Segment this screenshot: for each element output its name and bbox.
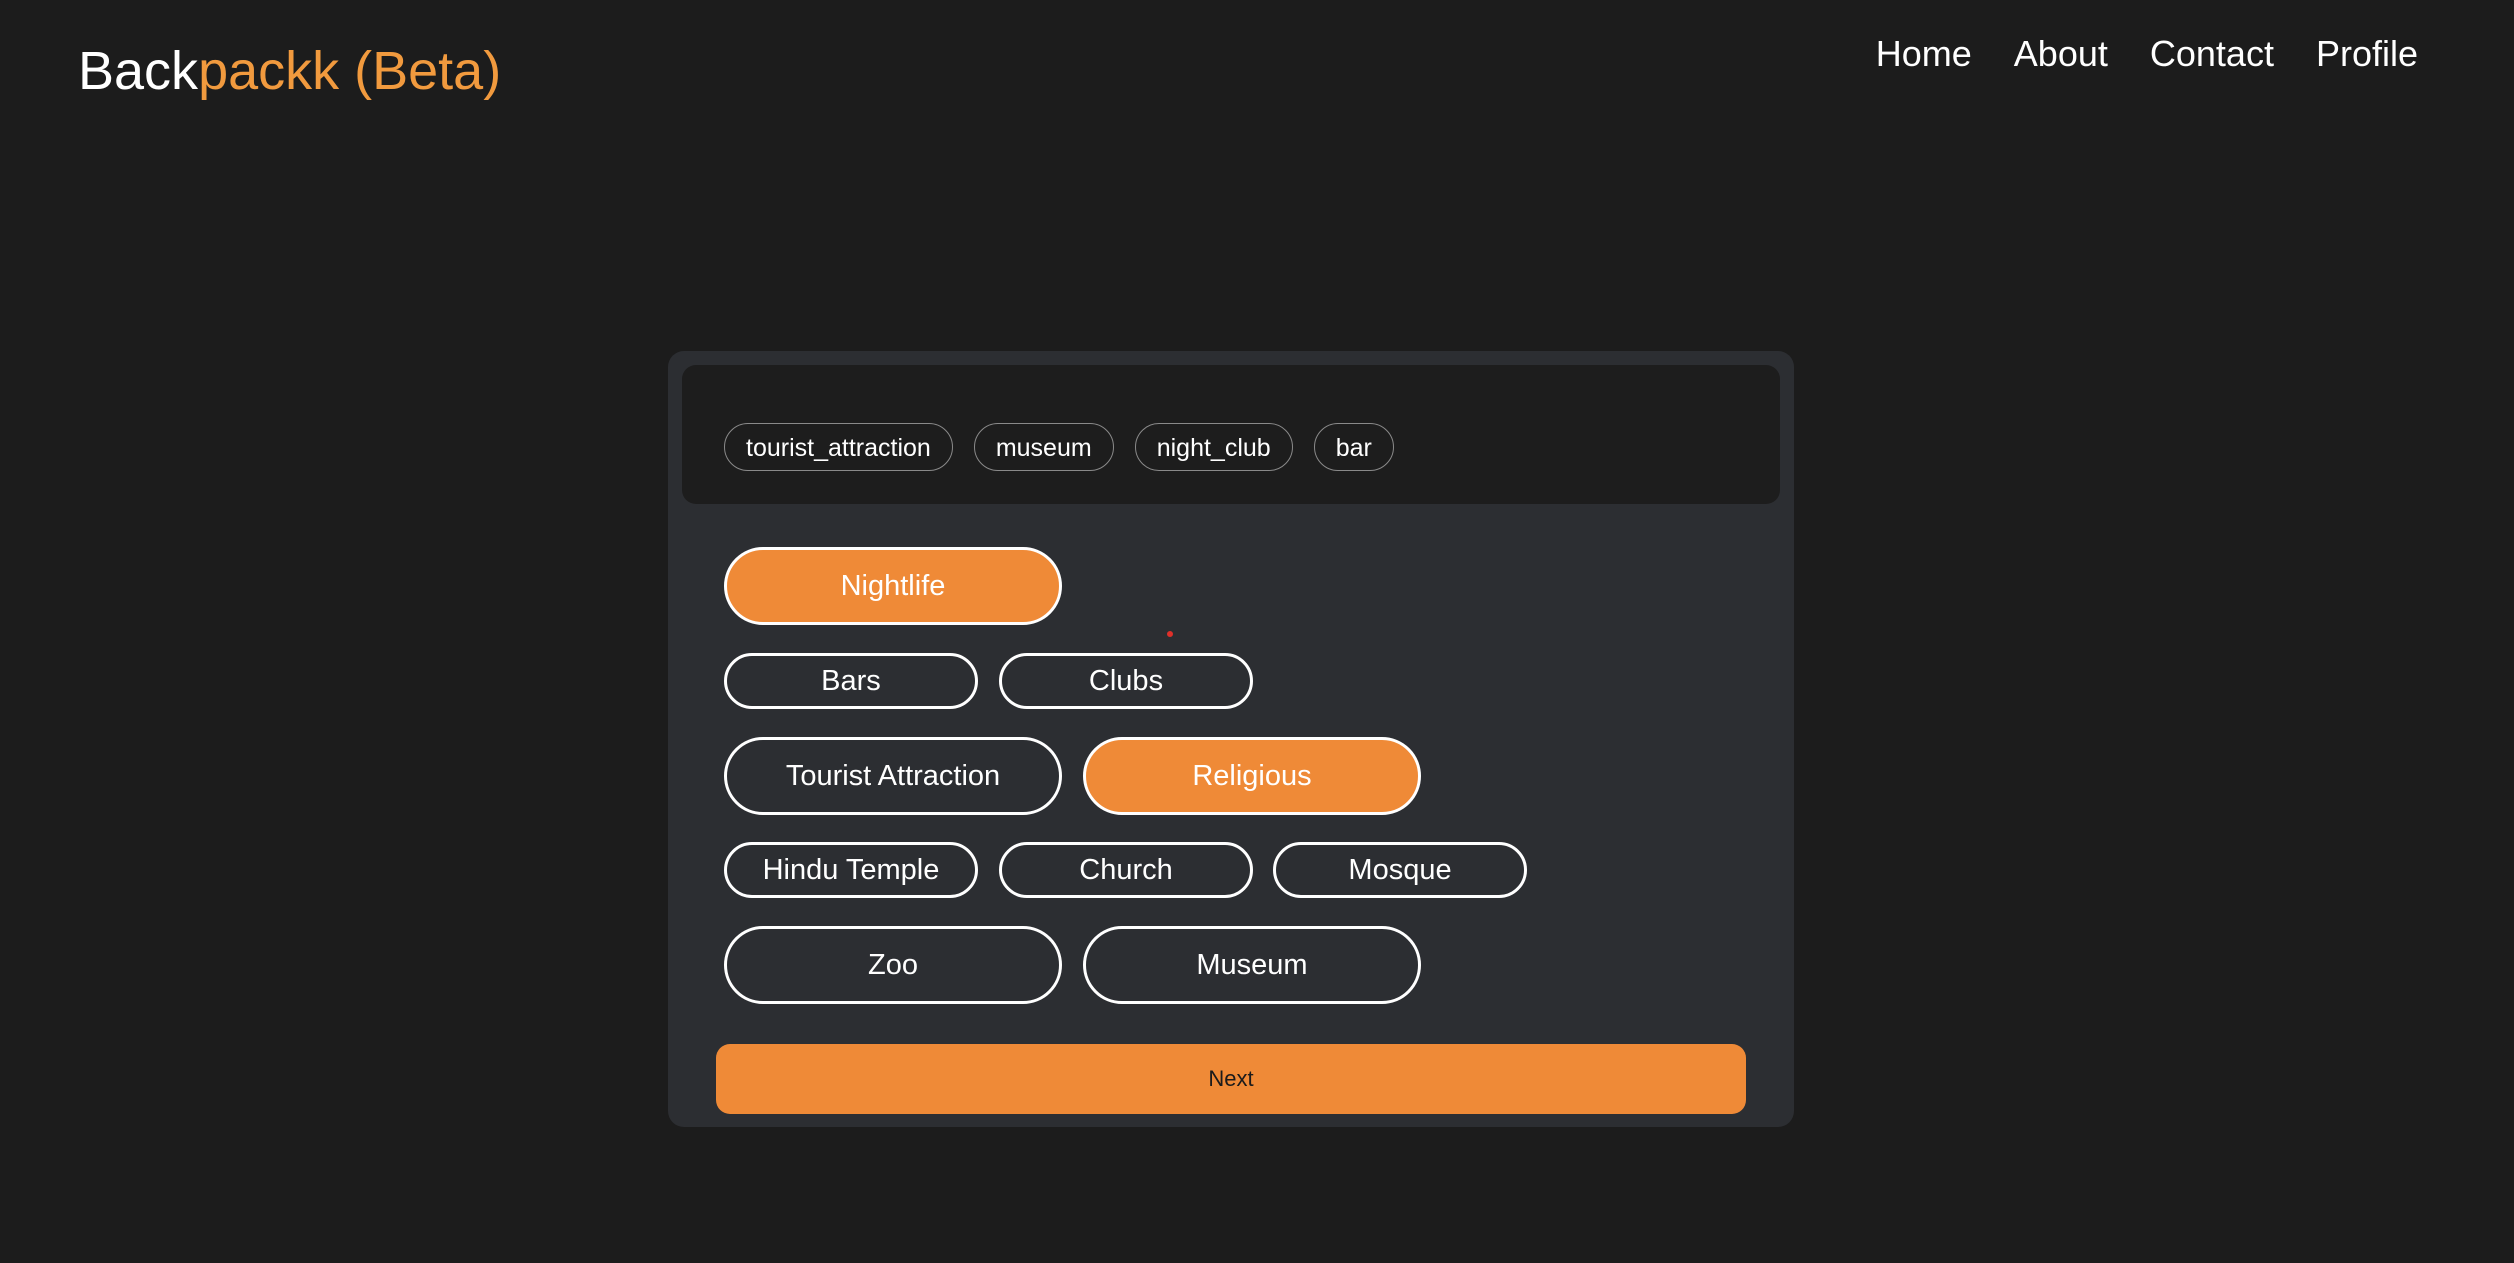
main-nav: Home About Contact Profile (1876, 28, 2418, 80)
category-bars-button[interactable]: Bars (724, 653, 978, 709)
selected-tags: tourist_attraction museum night_club bar (724, 423, 1394, 471)
preferences-card: tourist_attraction museum night_club bar… (668, 351, 1794, 1127)
nav-about[interactable]: About (2014, 28, 2108, 80)
category-zoo-button[interactable]: Zoo (724, 926, 1062, 1004)
nav-contact[interactable]: Contact (2150, 28, 2274, 80)
tag-chip[interactable]: night_club (1134, 423, 1293, 471)
category-hindu-temple-button[interactable]: Hindu Temple (724, 842, 978, 898)
category-nightlife-button[interactable]: Nightlife (724, 547, 1062, 625)
tag-chip[interactable]: bar (1313, 423, 1394, 471)
cursor-indicator (1167, 631, 1173, 637)
selected-tags-bar: tourist_attraction museum night_club bar (682, 365, 1780, 504)
header: Backpackk (Beta) Home About Contact Prof… (0, 0, 2514, 140)
nav-home[interactable]: Home (1876, 28, 1972, 80)
tag-chip[interactable]: museum (973, 423, 1114, 471)
logo-text-back: Back (78, 41, 199, 101)
category-mosque-button[interactable]: Mosque (1273, 842, 1527, 898)
logo-text-packk: packk (Beta) (198, 41, 502, 101)
category-clubs-button[interactable]: Clubs (999, 653, 1253, 709)
nav-profile[interactable]: Profile (2316, 28, 2418, 80)
tag-chip[interactable]: tourist_attraction (724, 423, 953, 471)
logo[interactable]: Backpackk (Beta) (78, 36, 501, 106)
category-church-button[interactable]: Church (999, 842, 1253, 898)
next-button[interactable]: Next (716, 1044, 1746, 1114)
category-museum-button[interactable]: Museum (1083, 926, 1421, 1004)
category-religious-button[interactable]: Religious (1083, 737, 1421, 815)
category-tourist-attraction-button[interactable]: Tourist Attraction (724, 737, 1062, 815)
